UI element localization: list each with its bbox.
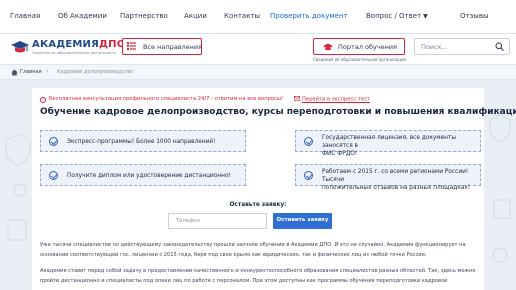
organization-info-link[interactable]: Сведения об образовательной организации xyxy=(313,57,406,62)
express-test-link[interactable]: Перейти в экспресс-тест xyxy=(294,96,370,103)
feature-text: Государственная лицензия, все документы … xyxy=(322,135,456,157)
nav-item-check-document[interactable]: Проверить документ xyxy=(270,12,348,20)
all-directions-button[interactable]: Все направления xyxy=(122,38,202,55)
request-form-title: Оставьте заявку: xyxy=(229,202,287,208)
feature-box: Получите диплом или удостоверение дистан… xyxy=(40,164,246,186)
breadcrumb-current: Кадровое делопроизводство xyxy=(57,69,134,75)
check-circle-icon xyxy=(304,137,313,146)
breadcrumb: Главная › Кадровое делопроизводство xyxy=(0,64,516,80)
info-icon: ! xyxy=(40,97,46,103)
feature-text: Экспресс-программы! Более 1000 направлен… xyxy=(67,139,216,145)
nav-item-faq-label: Вопрос / Ответ xyxy=(366,12,422,20)
nav-item-partnership[interactable]: Партнерство xyxy=(120,12,168,20)
search-icon[interactable] xyxy=(495,42,504,51)
nav-item-contacts[interactable]: Контакты xyxy=(224,12,260,20)
consultation-notice: ! Бесплатная консультация профильного спе… xyxy=(40,96,283,103)
check-circle-icon xyxy=(304,171,313,180)
phone-input[interactable]: Телефон xyxy=(168,213,267,229)
nav-item-faq[interactable]: Вопрос / Ответ ▼ xyxy=(366,12,428,20)
logo[interactable]: АКАДЕМИЯДПО Лицензия на образовательную … xyxy=(10,38,125,60)
check-circle-icon xyxy=(49,171,58,180)
submit-request-button[interactable]: Оставить заявку xyxy=(273,213,332,229)
feature-text: Получите диплом или удостоверение дистан… xyxy=(67,173,231,179)
feature-text: Работаем с 2015 г. со всеми регионами Ро… xyxy=(322,169,471,191)
check-circle-icon xyxy=(49,137,58,146)
site-header: АКАДЕМИЯДПО Лицензия на образовательную … xyxy=(0,34,516,64)
page: Главная Об Академии Партнерство Акции Ко… xyxy=(0,0,516,290)
logo-subtitle: Лицензия на образовательную деятельность xyxy=(32,51,117,55)
page-title: Обучение кадровое делопроизводство, курс… xyxy=(40,107,516,117)
main-content-card: ! Бесплатная консультация профильного спе… xyxy=(32,88,516,290)
breadcrumb-home[interactable]: Главная xyxy=(20,69,42,75)
graduation-cap-icon xyxy=(323,43,333,51)
chevron-down-icon: ▼ xyxy=(423,13,428,20)
nav-item-promotions[interactable]: Акции xyxy=(184,12,207,20)
nav-item-home[interactable]: Главная xyxy=(10,12,40,20)
intro-paragraph: Уже тысячи специалистов по действующему … xyxy=(40,242,466,258)
graduation-cap-icon xyxy=(11,41,29,53)
home-icon[interactable] xyxy=(11,69,18,76)
learning-portal-button[interactable]: Портал обучения xyxy=(313,38,405,55)
search-placeholder: Поиск... xyxy=(421,43,448,51)
mission-paragraph: Академия ставит перед собой задачу в пре… xyxy=(40,268,476,284)
mail-icon xyxy=(294,96,300,101)
all-directions-label: Все направления xyxy=(143,43,203,51)
submit-request-label: Оставить заявку xyxy=(276,217,329,223)
nav-item-reviews[interactable]: Отзывы xyxy=(460,12,489,20)
list-icon xyxy=(127,42,136,50)
feature-box: Экспресс-программы! Более 1000 направлен… xyxy=(40,130,246,152)
feature-box: Работаем с 2015 г. со всеми регионами Ро… xyxy=(295,164,481,191)
top-navigation: Главная Об Академии Партнерство Акции Ко… xyxy=(0,0,516,34)
nav-item-about[interactable]: Об Академии xyxy=(58,12,107,20)
learning-portal-label: Портал обучения xyxy=(338,43,398,51)
search-input[interactable]: Поиск... xyxy=(414,38,510,55)
logo-text: АКАДЕМИЯДПО xyxy=(32,39,126,50)
breadcrumb-separator: › xyxy=(46,68,49,75)
feature-box: Государственная лицензия, все документы … xyxy=(295,130,481,157)
phone-placeholder: Телефон xyxy=(176,218,200,224)
